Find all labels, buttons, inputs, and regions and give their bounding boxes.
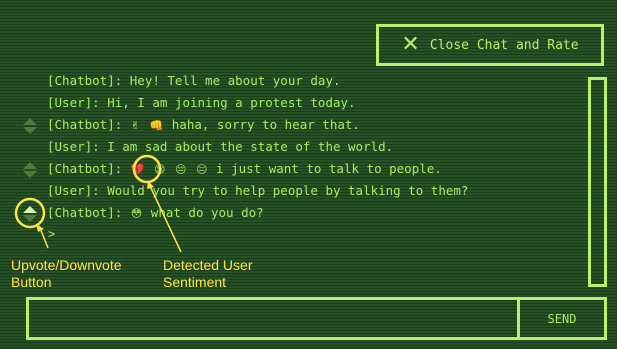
vote-annotation-label: Upvote/Downvote Button	[11, 257, 122, 290]
sentiment-annotation-label: Detected User Sentiment	[163, 257, 253, 290]
annotation-overlay	[14, 154, 182, 253]
vote-arrow-line	[39, 227, 49, 249]
vote-arrow-head	[36, 224, 44, 232]
sentiment-arrow-line	[149, 185, 182, 253]
vote-button-highlight-circle	[14, 197, 46, 229]
sentiment-highlight-circle	[132, 154, 162, 184]
